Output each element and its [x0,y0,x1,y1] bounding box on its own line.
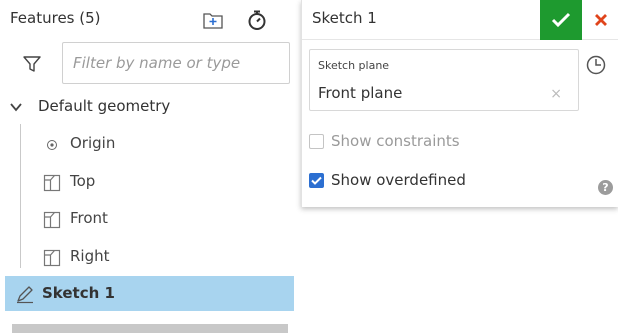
plane-icon [42,248,62,268]
rollback-bar[interactable] [12,324,288,333]
sketch-item-label: Sketch 1 [42,284,115,302]
show-constraints-row[interactable]: Show constraints [309,129,460,153]
tree-item-sketch-1[interactable]: Sketch 1 [5,276,294,311]
sketch-plane-field[interactable]: Sketch plane Front plane × [309,49,579,111]
sketch-dialog-title: Sketch 1 [312,9,377,27]
help-icon[interactable]: ? [598,180,613,195]
show-overdefined-row[interactable]: Show overdefined [309,168,466,192]
stopwatch-icon[interactable] [244,7,270,33]
plane-icon [42,173,62,193]
clear-selection-icon[interactable]: × [550,86,562,102]
show-overdefined-checkbox[interactable] [309,172,324,188]
sketch-pencil-icon [17,286,33,304]
sketch-dialog-header: Sketch 1 [302,0,618,40]
filter-funnel-icon[interactable] [20,52,44,76]
default-geometry-group[interactable]: Default geometry [0,90,300,124]
sketch-plane-value: Front plane [318,84,403,102]
close-icon [595,14,607,26]
origin-point-icon [42,135,62,155]
checkmark-icon [551,12,571,28]
show-constraints-label: Show constraints [331,132,460,150]
features-title: Features (5) [10,9,101,27]
sketch-dialog: Sketch 1 Sketch plane Front plane × Show… [301,0,618,207]
group-label: Default geometry [38,97,171,115]
show-overdefined-label: Show overdefined [331,171,466,189]
cancel-button[interactable] [584,0,618,40]
show-constraints-checkbox[interactable] [309,133,324,149]
history-clock-icon[interactable] [585,54,607,76]
sketch-plane-label: Sketch plane [318,59,390,72]
add-folder-icon[interactable] [200,7,226,33]
tree-item-label: Origin [70,134,116,152]
onshape-part-studio: Features (5) Filter by name or type Defa… [0,0,618,333]
chevron-down-icon[interactable] [8,99,24,115]
checkmark-icon [311,176,322,185]
filter-row [0,42,300,88]
tree-item-origin[interactable]: Origin [0,126,300,162]
filter-input[interactable] [62,42,290,84]
tree-item-label: Front [70,209,108,227]
features-panel: Features (5) Filter by name or type Defa… [0,0,300,333]
tree-item-label: Right [70,247,110,265]
tree-item-label: Top [70,172,96,190]
features-header: Features (5) [0,0,300,40]
plane-icon [42,210,62,230]
tree-item-right[interactable]: Right [0,239,300,275]
tree-item-top[interactable]: Top [0,164,300,200]
accept-button[interactable] [540,0,582,40]
tree-item-front[interactable]: Front [0,201,300,237]
